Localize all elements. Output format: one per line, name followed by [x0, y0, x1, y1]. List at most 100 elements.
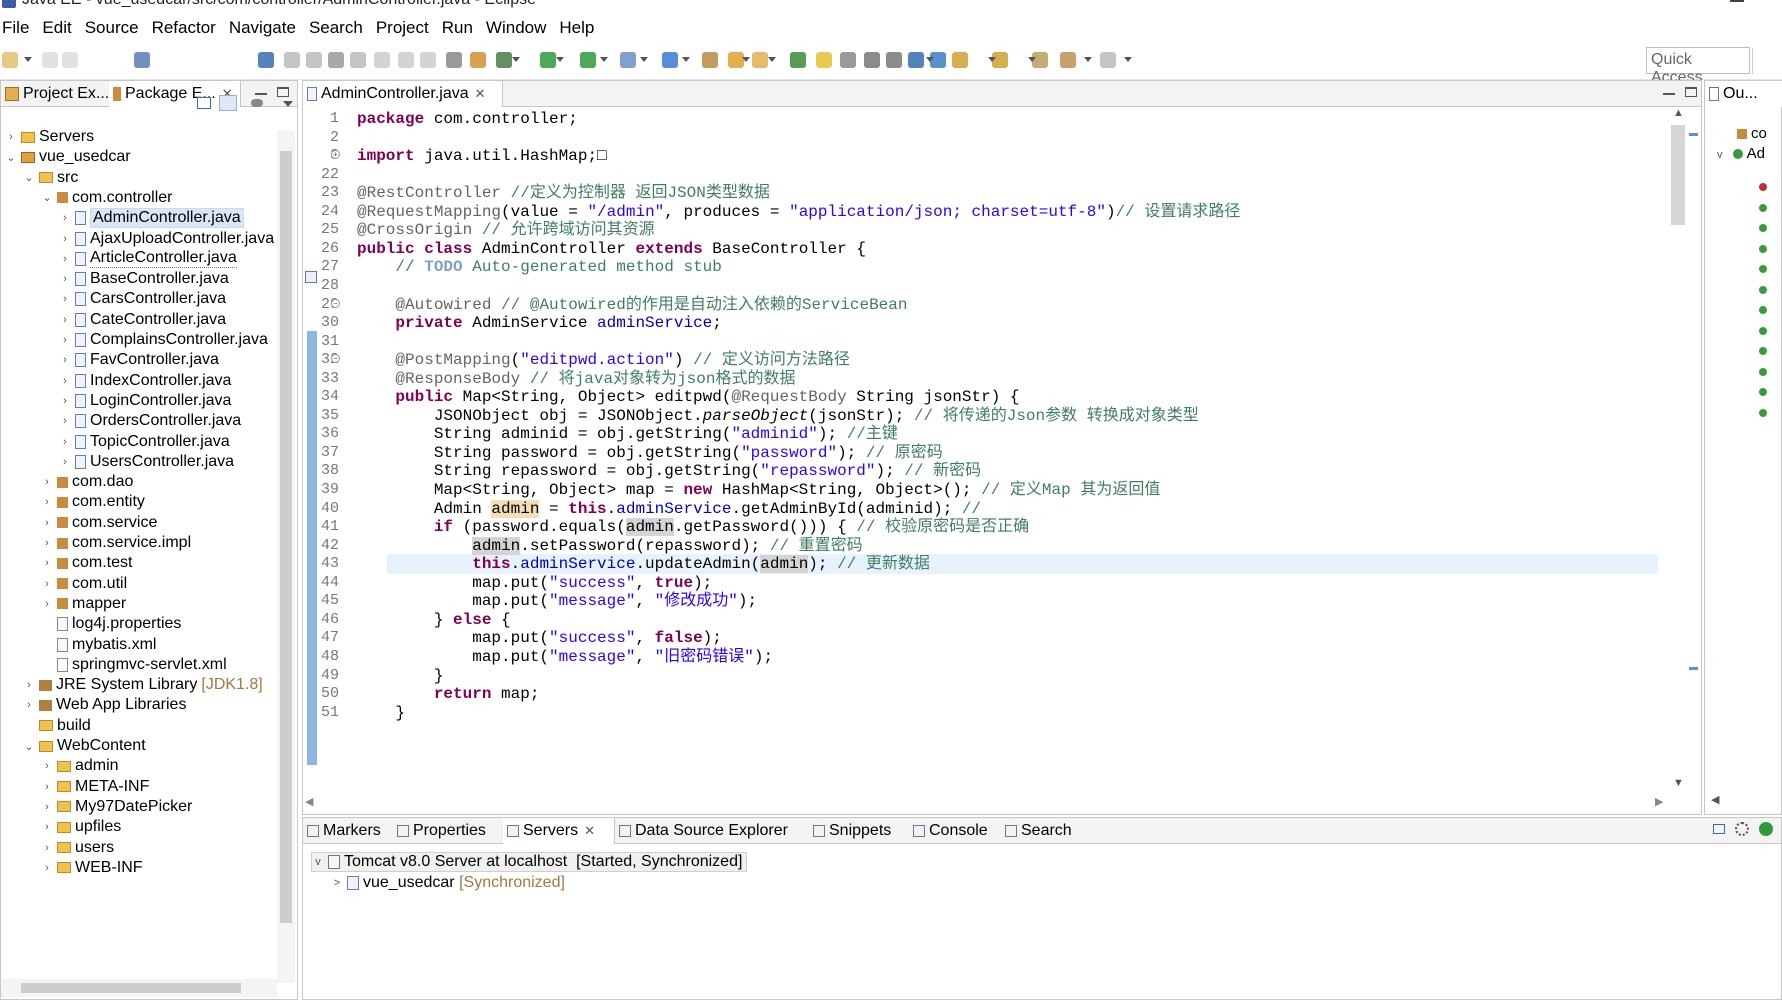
tree-item[interactable]: › JRE System Library [JDK1.8]: [23, 675, 263, 695]
step-into-icon[interactable]: [374, 52, 390, 68]
scrollbar-thumb[interactable]: [1671, 125, 1685, 225]
private-field-icon[interactable]: [1759, 183, 1767, 191]
chevron-right-icon[interactable]: >: [331, 877, 343, 889]
editor-horizontal-scrollbar[interactable]: ◀ ▶: [303, 795, 1673, 813]
maximize-icon[interactable]: [1685, 87, 1697, 97]
chevron-right-icon[interactable]: ›: [59, 436, 71, 448]
tree-item[interactable]: › com.dao: [41, 472, 133, 492]
tree-item[interactable]: › upfiles: [41, 817, 121, 837]
chevron-right-icon[interactable]: ›: [23, 679, 35, 691]
perspective-switcher[interactable]: [1752, 48, 1782, 74]
chevron-right-icon[interactable]: ›: [41, 476, 53, 488]
chevron-down-icon[interactable]: [512, 57, 520, 62]
new-package-icon[interactable]: [702, 52, 718, 68]
chevron-down-icon[interactable]: ⌄: [5, 151, 17, 164]
tab-project-explorer[interactable]: Project Ex...: [1, 81, 109, 107]
chevron-right-icon[interactable]: ›: [41, 578, 53, 590]
menu-run[interactable]: Run: [442, 18, 482, 38]
back-icon[interactable]: [1060, 52, 1076, 68]
minimize-icon[interactable]: [255, 93, 267, 95]
tree-item[interactable]: ⌄ WebContent: [23, 736, 145, 756]
chevron-down-icon[interactable]: [682, 57, 690, 62]
tree-item[interactable]: › mapper: [41, 594, 126, 614]
chevron-down-icon[interactable]: ⌄: [41, 191, 53, 204]
public-method-icon[interactable]: [1759, 408, 1767, 417]
link-with-editor-icon[interactable]: [219, 95, 237, 111]
tab-markers[interactable]: Markers: [303, 818, 393, 844]
tree-horizontal-scrollbar[interactable]: [1, 979, 277, 997]
chevron-right-icon[interactable]: ›: [59, 253, 71, 265]
server-row[interactable]: v Tomcat v8.0 Server at localhost [Start…: [311, 852, 748, 872]
public-method-icon[interactable]: [1759, 285, 1767, 294]
menu-source[interactable]: Source: [85, 18, 148, 38]
minimize-window-button[interactable]: [1730, 0, 1744, 2]
tree-item[interactable]: › AdminController.java: [59, 208, 244, 229]
block-select-icon[interactable]: [864, 52, 880, 68]
close-icon[interactable]: ✕: [475, 86, 486, 102]
step-over-icon[interactable]: [398, 52, 414, 68]
minimize-icon[interactable]: [1663, 93, 1675, 95]
debug-server-icon[interactable]: [1735, 822, 1749, 836]
chevron-down-icon[interactable]: [1124, 57, 1132, 62]
tree-item[interactable]: › TopicController.java: [59, 432, 229, 452]
outline-item-package[interactable]: co: [1737, 125, 1767, 142]
collapse-fold-icon[interactable]: −: [331, 298, 340, 308]
chevron-down-icon[interactable]: [768, 57, 776, 62]
save-icon[interactable]: [42, 52, 58, 68]
tree-item[interactable]: › Web App Libraries: [23, 695, 186, 715]
word-wrap-icon[interactable]: [886, 52, 902, 68]
tree-item[interactable]: ⌄ vue_usedcar: [5, 147, 130, 167]
chevron-right-icon[interactable]: ›: [59, 375, 71, 387]
maximize-icon[interactable]: [277, 87, 289, 97]
editor-vertical-scrollbar[interactable]: ▲ ▼: [1669, 107, 1687, 793]
chevron-right-icon[interactable]: ›: [41, 781, 53, 793]
chevron-right-icon[interactable]: ›: [41, 537, 53, 549]
menu-window[interactable]: Window: [486, 18, 555, 38]
tree-item[interactable]: › com.service.impl: [41, 533, 191, 553]
globe-icon[interactable]: [908, 52, 924, 68]
menu-file[interactable]: File: [2, 18, 38, 38]
toggle-mark-icon[interactable]: [790, 52, 806, 68]
chevron-right-icon[interactable]: ›: [59, 273, 71, 285]
collapse-all-icon[interactable]: [1713, 824, 1725, 834]
tree-item[interactable]: ⌄ com.controller: [41, 188, 172, 208]
tree-item[interactable]: › FavController.java: [59, 350, 219, 370]
chevron-right-icon[interactable]: ›: [41, 598, 53, 610]
tree-item[interactable]: › BaseController.java: [59, 269, 229, 289]
tree-item[interactable]: › ArticleController.java: [59, 249, 237, 269]
debug-icon[interactable]: [496, 52, 512, 68]
search-icon[interactable]: [752, 52, 768, 68]
chevron-down-icon[interactable]: [556, 57, 564, 62]
open-console-icon[interactable]: [446, 52, 462, 68]
tree-item[interactable]: › com.entity: [41, 492, 145, 512]
menu-navigate[interactable]: Navigate: [229, 18, 305, 38]
public-method-icon[interactable]: [1759, 326, 1767, 335]
public-method-icon[interactable]: [1759, 367, 1767, 376]
chevron-right-icon[interactable]: ›: [41, 842, 53, 854]
tab-data-source-explorer[interactable]: Data Source Explorer: [615, 818, 809, 844]
tree-item[interactable]: › UsersController.java: [59, 452, 234, 472]
scroll-right-icon[interactable]: ▶: [1655, 795, 1663, 808]
highlight-icon[interactable]: [816, 52, 832, 68]
chevron-right-icon[interactable]: ›: [59, 233, 71, 245]
view-menu-icon[interactable]: [251, 99, 263, 107]
scroll-up-icon[interactable]: ▲: [1673, 107, 1684, 119]
chevron-right-icon[interactable]: ›: [59, 314, 71, 326]
chevron-right-icon[interactable]: ›: [41, 496, 53, 508]
tree-item[interactable]: mybatis.xml: [41, 635, 156, 655]
outline-item-class[interactable]: v Ad: [1717, 145, 1765, 162]
tree-item[interactable]: › com.service: [41, 513, 157, 533]
close-icon[interactable]: ✕: [584, 823, 595, 839]
forward-icon[interactable]: [1100, 52, 1116, 68]
tree-item[interactable]: › admin: [41, 756, 118, 776]
tab-properties[interactable]: Properties: [393, 818, 503, 844]
public-method-icon[interactable]: [1759, 347, 1767, 355]
chevron-right-icon[interactable]: ›: [59, 456, 71, 468]
chevron-down-icon[interactable]: v: [312, 856, 324, 868]
chevron-right-icon[interactable]: ›: [59, 395, 71, 407]
tab-servers[interactable]: Servers ✕: [503, 818, 615, 844]
chevron-down-icon[interactable]: [24, 57, 32, 62]
terminate-icon[interactable]: [328, 52, 344, 68]
tree-item[interactable]: › IndexController.java: [59, 371, 231, 391]
new-server-icon[interactable]: [620, 52, 636, 68]
